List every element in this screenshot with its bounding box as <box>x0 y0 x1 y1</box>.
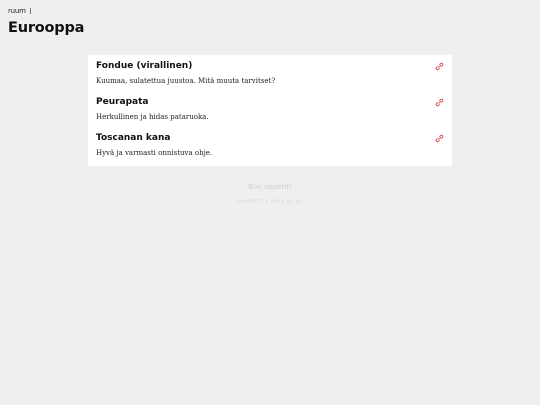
link-icon[interactable] <box>435 134 444 143</box>
updated-date: PÄIVITETTY 2024-05-30 <box>237 200 303 205</box>
recipe-description: Hyvä ja varmasti onnistuva ohje. <box>96 149 213 157</box>
page-header: ruum Eurooppa <box>8 7 84 37</box>
recipe-description: Herkullinen ja hidas pataruoka. <box>96 113 209 121</box>
recipe-title[interactable]: Peurapata <box>96 96 149 108</box>
link-icon[interactable] <box>435 62 444 71</box>
link-icon[interactable] <box>435 98 444 107</box>
sign-off-text: Bon appetit! <box>248 183 292 191</box>
recipe-list: Fondue (virallinen) Kuumaa, sulatettua j… <box>88 55 452 166</box>
page-title: Eurooppa <box>8 20 85 36</box>
logo-separator <box>29 8 31 14</box>
logo-text[interactable]: ruum <box>8 7 26 15</box>
recipe-title[interactable]: Fondue (virallinen) <box>96 60 192 72</box>
recipe-description: Kuumaa, sulatettua juustoa. Mitä muuta t… <box>96 77 276 85</box>
logo[interactable]: ruum <box>8 7 84 15</box>
recipe-title[interactable]: Toscanan kana <box>96 132 170 144</box>
